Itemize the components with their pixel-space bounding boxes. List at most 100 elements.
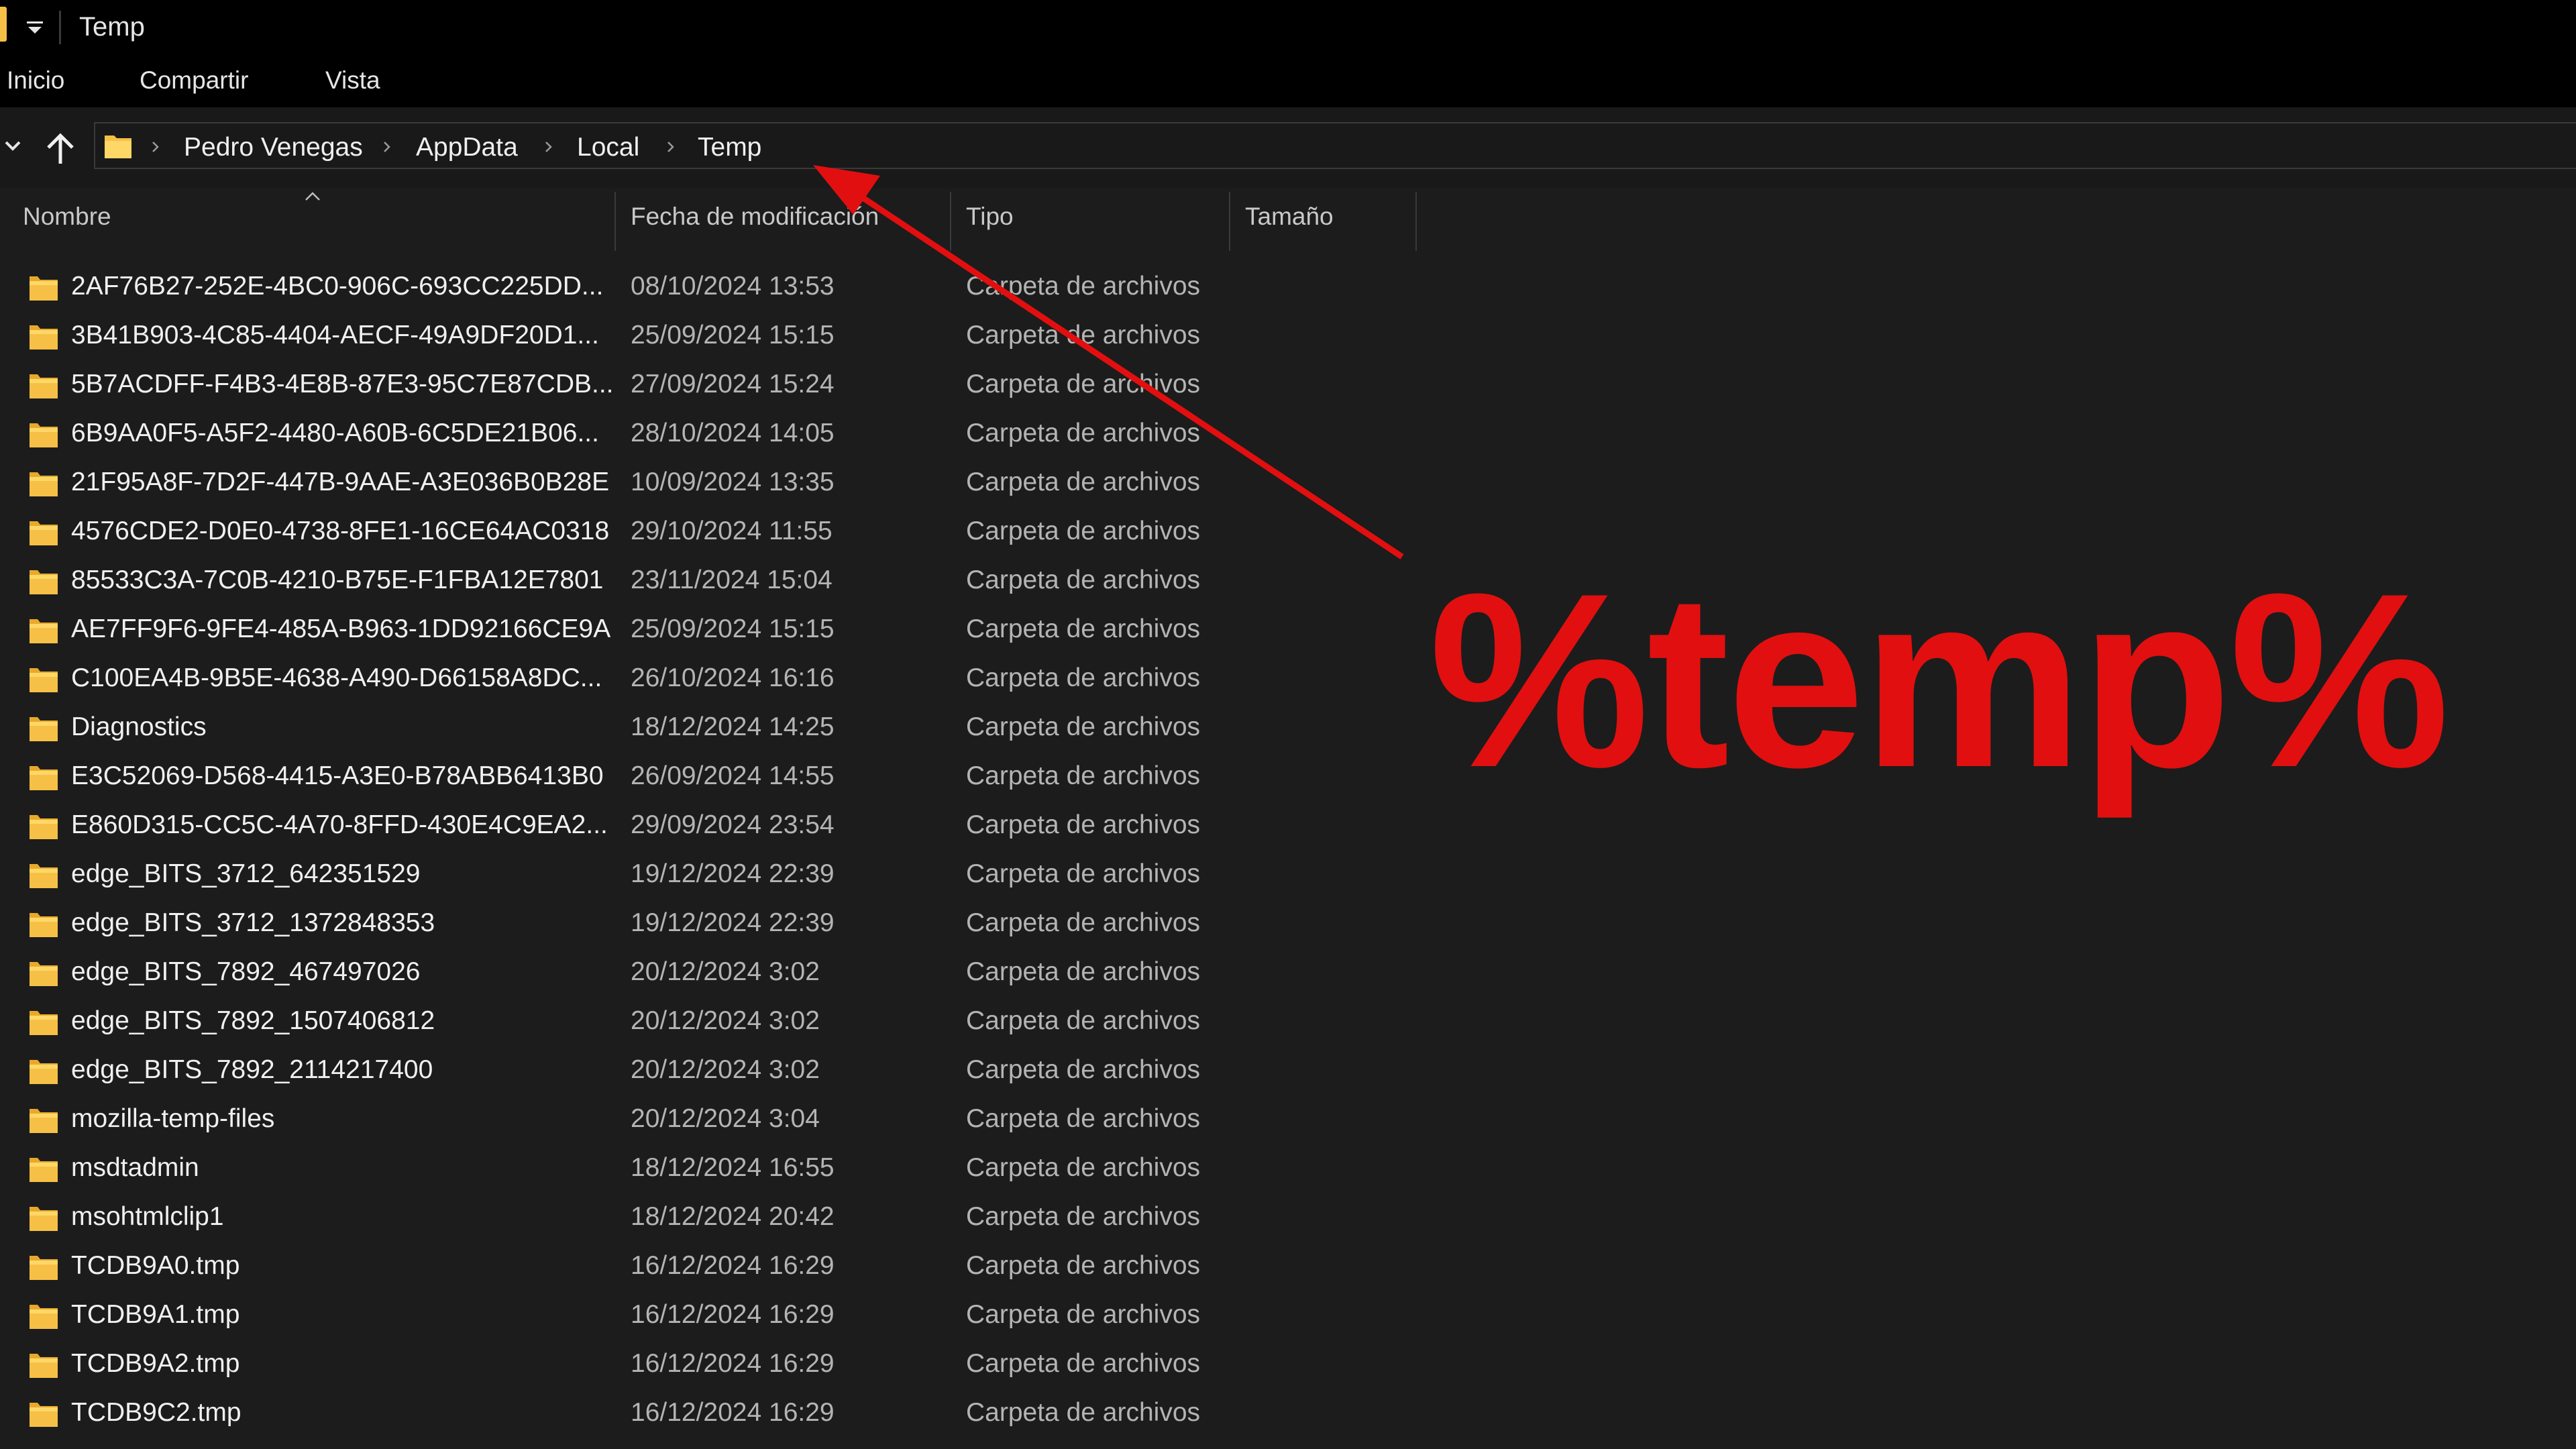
- quick-access-dropdown-icon[interactable]: [24, 13, 46, 40]
- tab-compartir[interactable]: Compartir: [140, 66, 248, 95]
- tab-inicio[interactable]: Inicio: [7, 66, 64, 95]
- file-modified: 20/12/2024 3:02: [631, 1055, 820, 1084]
- file-name: TCDB9C2.tmp: [71, 1398, 241, 1427]
- file-type: Carpeta de archivos: [966, 1202, 1201, 1231]
- file-type: Carpeta de archivos: [966, 614, 1201, 643]
- folder-icon: [30, 521, 58, 545]
- file-row[interactable]: edge_BITS_7892_2114217400 20/12/2024 3:02…: [0, 1047, 1415, 1096]
- folder-icon: [30, 962, 58, 986]
- column-divider[interactable]: [1229, 192, 1230, 251]
- file-name: E860D315-CC5C-4A70-8FFD-430E4C9EA2...: [71, 810, 608, 839]
- file-row[interactable]: edge_BITS_3712_642351529 19/12/2024 22:39…: [0, 851, 1415, 900]
- file-row[interactable]: msdtadmin 18/12/2024 16:55 Carpeta de arch…: [0, 1145, 1415, 1194]
- file-row[interactable]: 3B41B903-4C85-4404-AECF-49A9DF20D1... 25/…: [0, 313, 1415, 362]
- file-row[interactable]: E3C52069-D568-4415-A3E0-B78ABB6413B0 26/0…: [0, 753, 1415, 802]
- folder-icon: [0, 7, 7, 42]
- ribbon-tabs: Inicio Compartir Vista: [0, 57, 2576, 107]
- folder-icon: [30, 570, 58, 594]
- folder-icon: [30, 668, 58, 692]
- folder-icon: [30, 766, 58, 790]
- sort-ascending-icon: [305, 192, 320, 201]
- file-row[interactable]: TCDB9A2.tmp 16/12/2024 16:29 Carpeta de ar…: [0, 1341, 1415, 1390]
- file-name: TCDB9A1.tmp: [71, 1300, 240, 1329]
- up-arrow-icon[interactable]: [42, 130, 79, 168]
- file-type: Carpeta de archivos: [966, 419, 1201, 447]
- file-modified: 16/12/2024 16:29: [631, 1300, 835, 1329]
- column-divider[interactable]: [1415, 192, 1417, 251]
- file-row[interactable]: 5B7ACDFF-F4B3-4E8B-87E3-95C7E87CDB... 27/…: [0, 362, 1415, 411]
- file-name: C100EA4B-9B5E-4638-A490-D66158A8DC...: [71, 663, 602, 692]
- file-name: edge_BITS_7892_2114217400: [71, 1055, 433, 1084]
- file-row[interactable]: 6B9AA0F5-A5F2-4480-A60B-6C5DE21B06... 28/…: [0, 411, 1415, 460]
- chevron-down-icon[interactable]: [3, 136, 23, 156]
- file-type: Carpeta de archivos: [966, 1104, 1201, 1133]
- file-type: Carpeta de archivos: [966, 712, 1201, 741]
- file-modified: 25/09/2024 15:15: [631, 321, 835, 350]
- file-row[interactable]: TCDB9A1.tmp 16/12/2024 16:29 Carpeta de ar…: [0, 1292, 1415, 1341]
- file-modified: 29/09/2024 23:54: [631, 810, 835, 839]
- file-row[interactable]: 2AF76B27-252E-4BC0-906C-693CC225DD... 08/…: [0, 264, 1415, 313]
- column-header-type[interactable]: Tipo: [966, 203, 1014, 231]
- file-modified: 16/12/2024 16:29: [631, 1398, 835, 1427]
- file-name: 85533C3A-7C0B-4210-B75E-F1FBA12E7801: [71, 566, 604, 594]
- file-row[interactable]: 21F95A8F-7D2F-447B-9AAE-A3E036B0B28E 10/0…: [0, 460, 1415, 508]
- file-name: 4576CDE2-D0E0-4738-8FE1-16CE64AC0318: [71, 517, 610, 545]
- file-modified: 27/09/2024 15:24: [631, 370, 835, 398]
- file-modified: 16/12/2024 16:29: [631, 1349, 835, 1378]
- navigation-bar: Pedro Venegas AppData Local Temp: [0, 107, 2576, 188]
- file-row[interactable]: 85533C3A-7C0B-4210-B75E-F1FBA12E7801 23/1…: [0, 557, 1415, 606]
- file-row[interactable]: E860D315-CC5C-4A70-8FFD-430E4C9EA2... 29/…: [0, 802, 1415, 851]
- file-row[interactable]: edge_BITS_7892_1507406812 20/12/2024 3:02…: [0, 998, 1415, 1047]
- column-divider[interactable]: [614, 192, 616, 251]
- file-row[interactable]: 4576CDE2-D0E0-4738-8FE1-16CE64AC0318 29/1…: [0, 508, 1415, 557]
- folder-icon: [30, 276, 58, 301]
- tab-vista[interactable]: Vista: [325, 66, 380, 95]
- file-type: Carpeta de archivos: [966, 1300, 1201, 1329]
- folder-icon: [105, 136, 131, 158]
- folder-icon: [30, 1011, 58, 1035]
- breadcrumb-temp[interactable]: Temp: [698, 133, 761, 162]
- folder-icon: [30, 1256, 58, 1280]
- file-name: 3B41B903-4C85-4404-AECF-49A9DF20D1...: [71, 321, 599, 350]
- file-name: msdtadmin: [71, 1153, 199, 1182]
- address-bar[interactable]: Pedro Venegas AppData Local Temp: [94, 122, 2576, 169]
- file-modified: 08/10/2024 13:53: [631, 272, 835, 301]
- file-modified: 29/10/2024 11:55: [631, 517, 833, 545]
- file-row[interactable]: TCDB9C2.tmp 16/12/2024 16:29 Carpeta de ar…: [0, 1390, 1415, 1439]
- folder-icon: [30, 325, 58, 350]
- breadcrumb-appdata[interactable]: AppData: [416, 133, 518, 162]
- file-row[interactable]: msohtmlclip1 18/12/2024 20:42 Carpeta de a…: [0, 1194, 1415, 1243]
- folder-icon: [30, 1109, 58, 1133]
- file-row[interactable]: C100EA4B-9B5E-4638-A490-D66158A8DC... 26/…: [0, 655, 1415, 704]
- file-modified: 10/09/2024 13:35: [631, 468, 835, 496]
- file-name: Diagnostics: [71, 712, 207, 741]
- window-title: Temp: [79, 12, 145, 42]
- file-modified: 26/10/2024 16:16: [631, 663, 835, 692]
- column-divider[interactable]: [950, 192, 951, 251]
- chevron-right-icon[interactable]: [543, 137, 554, 157]
- folder-icon: [30, 1158, 58, 1182]
- file-row[interactable]: AE7FF9F6-9FE4-485A-B963-1DD92166CE9A 25/0…: [0, 606, 1415, 655]
- breadcrumb-local[interactable]: Local: [577, 133, 639, 162]
- file-type: Carpeta de archivos: [966, 810, 1201, 839]
- folder-icon: [30, 423, 58, 447]
- file-row[interactable]: edge_BITS_7892_467497026 20/12/2024 3:02 C…: [0, 949, 1415, 998]
- file-row[interactable]: Diagnostics 18/12/2024 14:25 Carpeta de ar…: [0, 704, 1415, 753]
- chevron-right-icon[interactable]: [150, 137, 161, 157]
- file-type: Carpeta de archivos: [966, 1398, 1201, 1427]
- file-row[interactable]: edge_BITS_3712_1372848353 19/12/2024 22:3…: [0, 900, 1415, 949]
- file-modified: 19/12/2024 22:39: [631, 859, 835, 888]
- chevron-right-icon[interactable]: [382, 137, 392, 157]
- breadcrumb-pedro-venegas[interactable]: Pedro Venegas: [184, 133, 363, 162]
- column-header-size[interactable]: Tamaño: [1245, 203, 1334, 231]
- folder-icon: [30, 913, 58, 937]
- file-type: Carpeta de archivos: [966, 272, 1201, 301]
- column-header-name[interactable]: Nombre: [23, 203, 111, 231]
- column-header-modified[interactable]: Fecha de modificación: [631, 203, 879, 231]
- file-type: Carpeta de archivos: [966, 761, 1201, 790]
- chevron-right-icon[interactable]: [665, 137, 676, 157]
- file-modified: 19/12/2024 22:39: [631, 908, 835, 937]
- file-name: TCDB9A2.tmp: [71, 1349, 240, 1378]
- file-row[interactable]: mozilla-temp-files 20/12/2024 3:04 Carpeta…: [0, 1096, 1415, 1145]
- file-row[interactable]: TCDB9A0.tmp 16/12/2024 16:29 Carpeta de ar…: [0, 1243, 1415, 1292]
